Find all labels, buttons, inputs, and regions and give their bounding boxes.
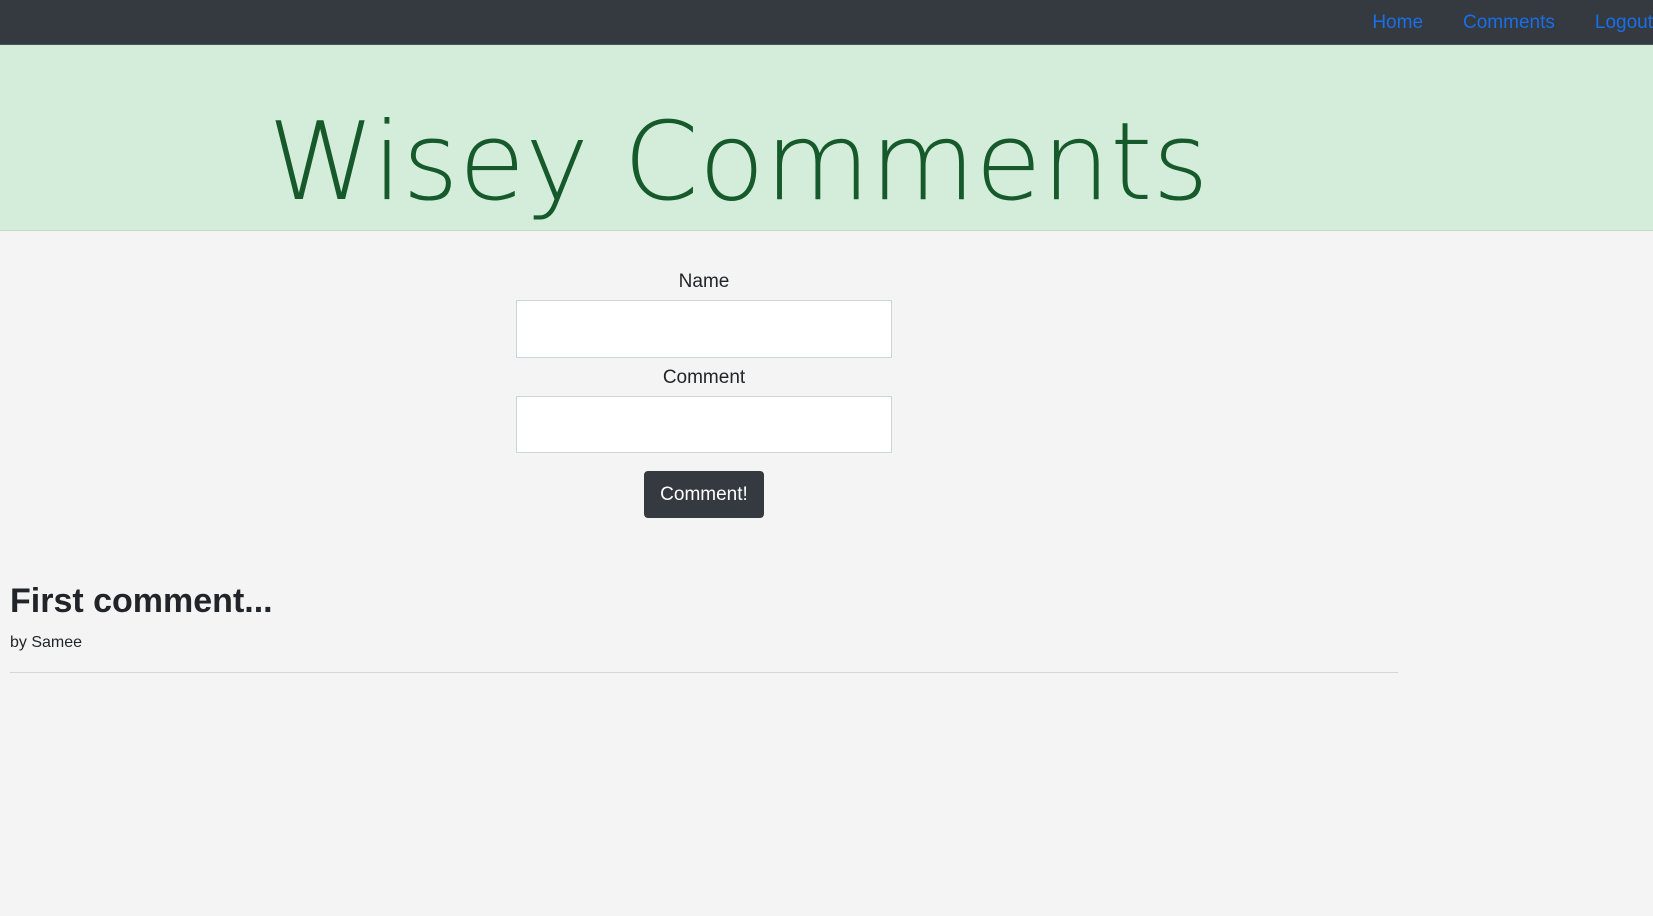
nav-link-comments[interactable]: Comments (1463, 0, 1555, 45)
comment-form: Name Comment Comment! (516, 268, 892, 518)
nav-link-logout[interactable]: Logout (1595, 0, 1653, 45)
submit-container: Comment! (516, 471, 892, 518)
comment-author: by Samee (10, 634, 83, 651)
top-navbar: Home Comments Logout (0, 0, 1653, 45)
comment-title: First comment... (10, 582, 273, 620)
name-label: Name (678, 271, 730, 292)
comment-input[interactable] (516, 396, 892, 453)
comment-submit-button[interactable]: Comment! (644, 471, 764, 518)
hero-banner: Wisey Comments (0, 45, 1653, 231)
page-title: Wisey Comments (268, 100, 1209, 225)
list-item: First comment... by Samee (10, 578, 1398, 673)
comments-list: First comment... by Samee (10, 578, 1398, 673)
name-input[interactable] (516, 300, 892, 358)
nav-link-home[interactable]: Home (1372, 0, 1423, 45)
comment-label: Comment (662, 367, 746, 388)
